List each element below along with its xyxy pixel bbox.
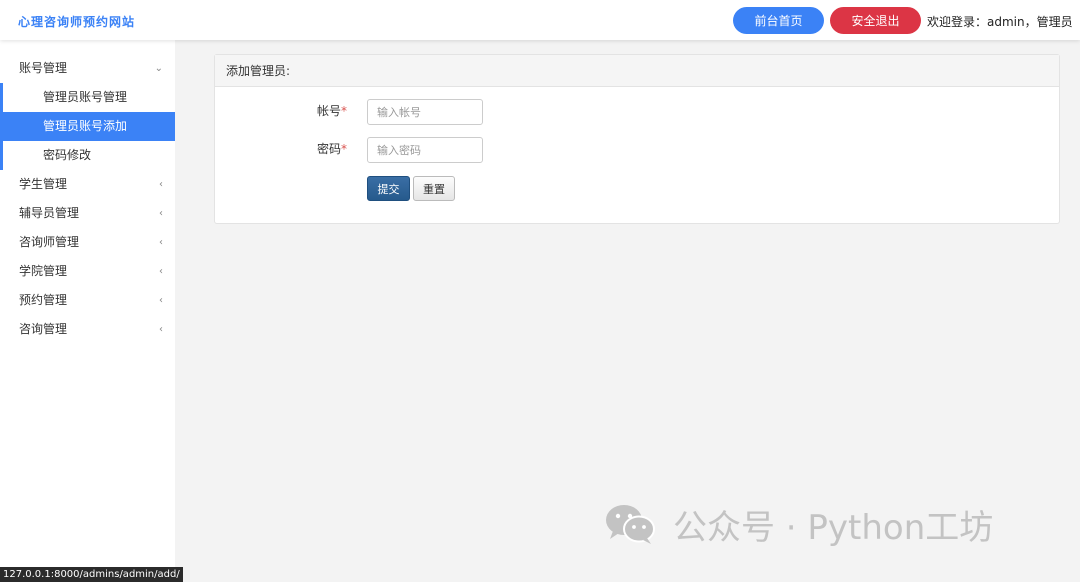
sidebar-group-appointments[interactable]: 预约管理 ‹	[0, 286, 175, 315]
chevron-left-icon: ‹	[159, 266, 163, 277]
main-content: 添加管理员: 帐号* 密码* 提交 重置	[194, 40, 1080, 576]
sidebar-group-accounts[interactable]: 账号管理 ⌄	[0, 54, 175, 83]
sidebar: 账号管理 ⌄ 管理员账号管理 管理员账号添加 密码修改 学生管理 ‹ 辅导员管理…	[0, 40, 175, 582]
sidebar-group-label: 辅导员管理	[19, 206, 80, 220]
required-mark: *	[341, 142, 348, 156]
panel-title: 添加管理员:	[215, 55, 1059, 87]
sidebar-item-label: 管理员账号添加	[43, 119, 128, 133]
submit-button[interactable]: 提交	[367, 176, 410, 201]
logout-button[interactable]: 安全退出	[830, 7, 921, 34]
account-input[interactable]	[367, 99, 483, 125]
sidebar-item-admin-accounts[interactable]: 管理员账号管理	[0, 83, 175, 112]
account-label: 帐号*	[317, 102, 347, 119]
home-page-button[interactable]: 前台首页	[733, 7, 824, 34]
status-bar-url: 127.0.0.1:8000/admins/admin/add/	[0, 567, 183, 582]
welcome-text: 欢迎登录：admin，管理员	[927, 15, 1073, 29]
sidebar-group-label: 学生管理	[19, 177, 68, 191]
chevron-left-icon: ‹	[159, 237, 163, 248]
sidebar-item-label: 管理员账号管理	[43, 90, 128, 104]
password-label-text: 密码	[317, 142, 342, 156]
chevron-down-icon: ⌄	[154, 63, 163, 74]
chevron-left-icon: ‹	[159, 179, 163, 190]
chevron-left-icon: ‹	[159, 295, 163, 306]
watermark: 公众号 · Python工坊	[603, 500, 993, 548]
sidebar-group-label: 学院管理	[19, 264, 68, 278]
sidebar-item-change-password[interactable]: 密码修改	[0, 141, 175, 170]
sidebar-item-add-admin[interactable]: 管理员账号添加	[0, 112, 175, 141]
sidebar-group-consultations[interactable]: 咨询管理 ‹	[0, 315, 175, 344]
sidebar-group-students[interactable]: 学生管理 ‹	[0, 170, 175, 199]
add-admin-panel: 添加管理员: 帐号* 密码* 提交 重置	[214, 54, 1060, 224]
sidebar-group-label: 咨询师管理	[19, 235, 80, 249]
password-input[interactable]	[367, 137, 483, 163]
sidebar-group-label: 咨询管理	[19, 322, 68, 336]
sidebar-group-consultants[interactable]: 咨询师管理 ‹	[0, 228, 175, 257]
sidebar-group-label: 账号管理	[19, 61, 68, 75]
account-label-text: 帐号	[317, 104, 342, 118]
chevron-left-icon: ‹	[159, 324, 163, 335]
required-mark: *	[341, 104, 348, 118]
chevron-left-icon: ‹	[159, 208, 163, 219]
wechat-icon	[606, 505, 655, 544]
sidebar-group-colleges[interactable]: 学院管理 ‹	[0, 257, 175, 286]
password-label: 密码*	[317, 140, 347, 157]
watermark-text: 公众号 · Python工坊	[673, 507, 994, 548]
sidebar-group-label: 预约管理	[19, 293, 68, 307]
sidebar-item-label: 密码修改	[43, 148, 92, 162]
sidebar-group-counselors[interactable]: 辅导员管理 ‹	[0, 199, 175, 228]
reset-button[interactable]: 重置	[413, 176, 455, 201]
site-brand[interactable]: 心理咨询师预约网站	[18, 13, 135, 30]
top-navbar: 心理咨询师预约网站 前台首页 安全退出 欢迎登录：admin，管理员	[0, 0, 1080, 40]
